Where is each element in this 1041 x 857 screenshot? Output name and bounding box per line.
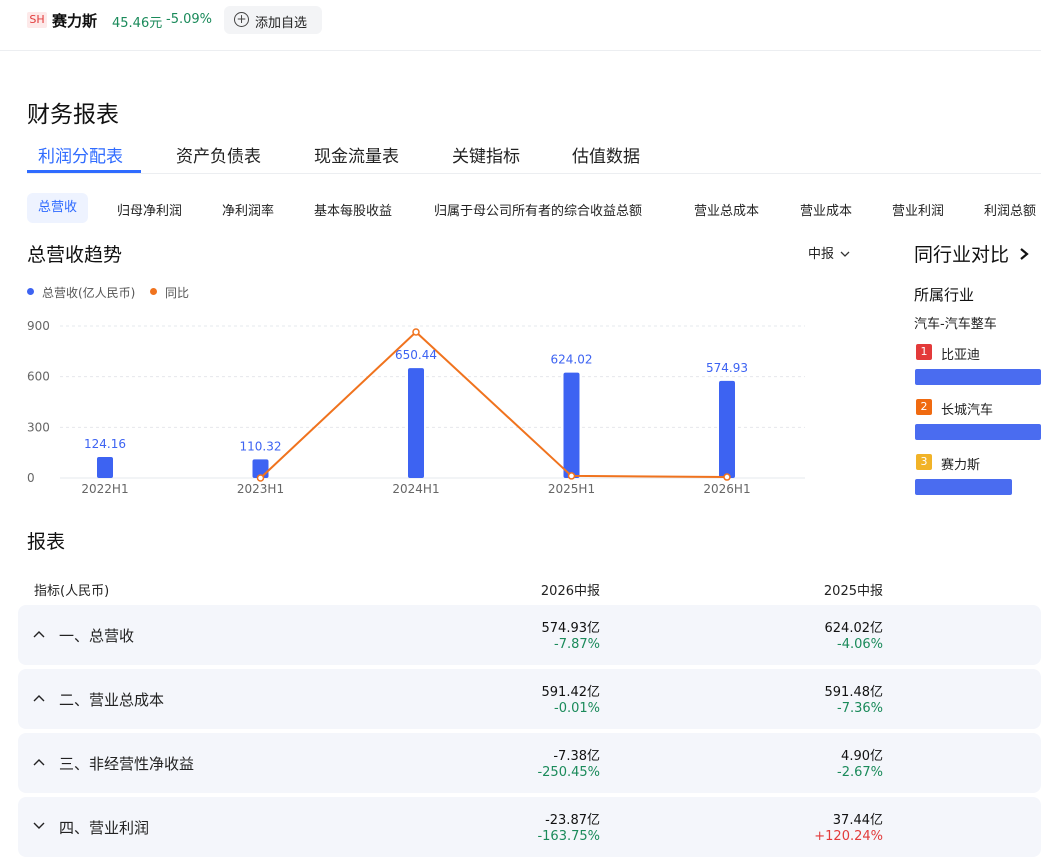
row-label: 四、营业利润 <box>59 819 150 837</box>
cell-2026-value: 591.42亿 <box>541 685 601 700</box>
subtab-operating-cost[interactable]: 营业成本 <box>800 200 852 219</box>
chevron-right-icon <box>1020 248 1029 260</box>
cell-2026-value: -7.38亿 <box>553 749 600 764</box>
period-value: 中报 <box>808 247 835 262</box>
industry-label: 所属行业 <box>914 286 975 304</box>
subtab-net-margin[interactable]: 净利润率 <box>222 200 274 219</box>
revenue-bar <box>97 457 113 478</box>
col-header-2025h1: 2025中报 <box>823 584 883 599</box>
peer-company-name[interactable]: 长城汽车 <box>941 399 993 418</box>
plus-circle-icon: + <box>234 12 249 27</box>
header-divider <box>0 50 1041 51</box>
yoy-point <box>256 474 265 482</box>
peer-revenue-bar <box>915 424 1041 440</box>
stock-change: -5.09% <box>166 12 212 27</box>
row-label: 一、总营收 <box>59 627 135 645</box>
subtab-operating-profit[interactable]: 营业利润 <box>892 200 944 219</box>
cell-2025-yoy: -4.06% <box>837 637 883 652</box>
tab-valuation[interactable]: 估值数据 <box>572 142 640 167</box>
chevron-up-icon[interactable] <box>33 691 45 705</box>
cell-2025-value: 4.90亿 <box>841 749 883 764</box>
yoy-point <box>567 472 576 480</box>
revenue-trend-chart: 900 600 300 0 124.16 110.32 650.44 624.02 574.93… <box>27 319 805 496</box>
add-watchlist-label: 添加自选 <box>255 16 308 31</box>
y-tick-label: 0 <box>27 471 35 485</box>
yoy-point <box>723 473 731 481</box>
subtab-net-profit[interactable]: 归母净利润 <box>117 200 182 219</box>
cell-2025-yoy: -2.67% <box>837 765 883 780</box>
peer-compare-link[interactable]: 同行业对比 <box>914 240 1029 267</box>
x-tick-label: 2025H1 <box>548 482 595 496</box>
tab-divider <box>27 173 1041 174</box>
yoy-point <box>412 328 420 336</box>
tab-income-statement[interactable]: 利润分配表 <box>38 142 123 167</box>
subtab-total-profit[interactable]: 利润总额 <box>984 200 1041 219</box>
bar-value-label: 624.02 <box>551 353 593 367</box>
cell-2026-value: 574.93亿 <box>541 621 601 636</box>
rank-badge: 2 <box>916 399 932 415</box>
subtab-total-cost[interactable]: 营业总成本 <box>694 200 759 219</box>
x-tick-label: 2026H1 <box>703 482 750 496</box>
chevron-down-icon <box>840 251 850 257</box>
cell-2025-value: 37.44亿 <box>832 813 883 828</box>
bar-value-label: 574.93 <box>706 361 748 375</box>
bar-value-label: 650.44 <box>395 348 437 362</box>
cell-2026-yoy: -250.45% <box>537 765 600 780</box>
subtab-total-revenue[interactable]: 总营收 <box>27 193 89 223</box>
market-badge: SH <box>27 12 47 28</box>
cell-2026-yoy: -163.75% <box>537 829 600 844</box>
report-title: 报表 <box>27 531 66 553</box>
x-tick-label: 2024H1 <box>392 482 439 496</box>
trend-title: 总营收趋势 <box>27 244 123 266</box>
chevron-down-icon[interactable] <box>33 819 45 833</box>
industry-name: 汽车-汽车整车 <box>914 317 997 332</box>
active-tab-indicator <box>27 170 141 173</box>
y-tick-label: 900 <box>27 319 50 333</box>
cell-2026-value: -23.87亿 <box>545 813 600 828</box>
subtab-comprehensive-income[interactable]: 归属于母公司所有者的综合收益总额 <box>434 200 642 219</box>
row-label: 三、非经营性净收益 <box>59 755 195 773</box>
cell-2025-yoy: +120.24% <box>814 829 883 844</box>
chevron-up-icon[interactable] <box>33 755 45 769</box>
rank-badge: 3 <box>916 454 932 470</box>
peer-revenue-bar <box>915 369 1041 385</box>
peer-company-name[interactable]: 赛力斯 <box>941 454 980 473</box>
revenue-bar <box>563 372 580 478</box>
stock-name: 赛力斯 <box>52 12 98 30</box>
legend-revenue-dot <box>27 288 34 295</box>
tab-cash-flow[interactable]: 现金流量表 <box>314 142 399 167</box>
cell-2026-yoy: -0.01% <box>554 701 600 716</box>
legend-yoy-dot <box>150 288 157 295</box>
legend-revenue: 总营收(亿人民币) <box>42 286 136 300</box>
x-tick-label: 2023H1 <box>237 482 284 496</box>
add-watchlist-button[interactable]: + 添加自选 <box>224 6 322 34</box>
y-tick-label: 600 <box>27 370 50 384</box>
cell-2025-value: 591.48亿 <box>824 685 884 700</box>
y-tick-label: 300 <box>27 420 50 434</box>
peer-compare-title: 同行业对比 <box>914 244 1010 266</box>
col-header-metric: 指标(人民币) <box>34 584 110 599</box>
yoy-line <box>259 330 728 479</box>
col-header-2026h1: 2026中报 <box>540 584 600 599</box>
tab-key-metrics[interactable]: 关键指标 <box>452 142 520 167</box>
peer-revenue-bar <box>915 479 1012 495</box>
x-tick-label: 2022H1 <box>81 482 128 496</box>
period-select[interactable]: 中报 <box>808 243 850 262</box>
row-label: 二、营业总成本 <box>59 691 165 709</box>
tab-balance-sheet[interactable]: 资产负债表 <box>176 142 261 167</box>
rank-badge: 1 <box>916 344 932 360</box>
stock-price: 45.46元 <box>112 16 163 31</box>
bar-value-label: 124.16 <box>84 437 126 451</box>
revenue-bar <box>408 368 424 478</box>
page-title: 财务报表 <box>27 102 119 128</box>
legend-yoy: 同比 <box>165 286 190 300</box>
cell-2025-value: 624.02亿 <box>824 621 884 636</box>
cell-2026-yoy: -7.87% <box>554 637 600 652</box>
cell-2025-yoy: -7.36% <box>837 701 883 716</box>
revenue-bar <box>719 380 735 478</box>
chevron-up-icon[interactable] <box>33 627 45 641</box>
peer-company-name[interactable]: 比亚迪 <box>941 344 980 363</box>
bar-value-label: 110.32 <box>240 439 282 453</box>
subtab-eps[interactable]: 基本每股收益 <box>314 200 392 219</box>
